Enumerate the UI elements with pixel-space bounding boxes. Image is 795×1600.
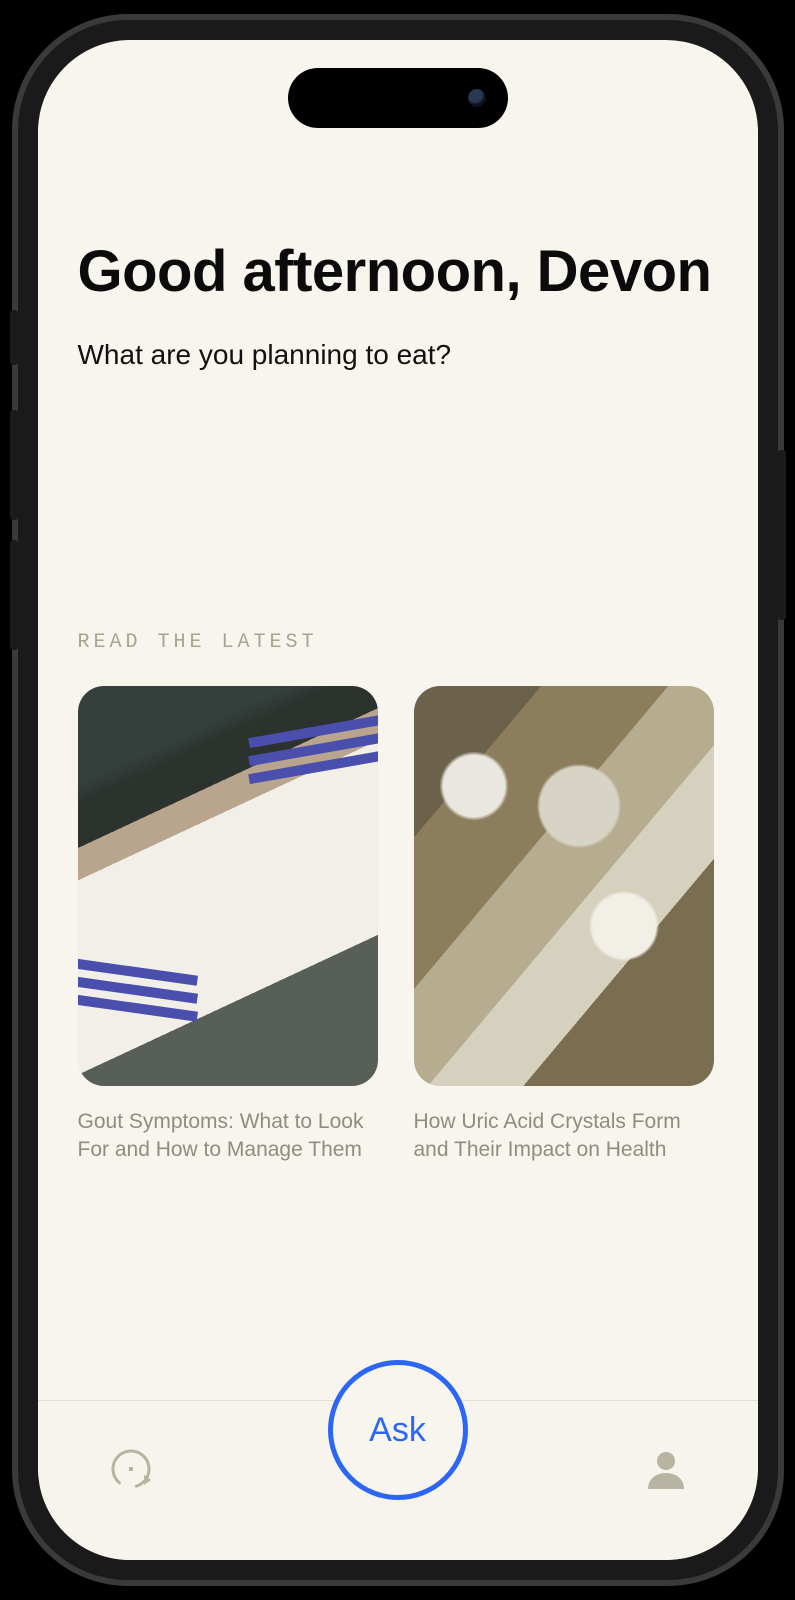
device-frame: Good afternoon, Devon What are you plann… bbox=[18, 20, 778, 1580]
article-thumbnail bbox=[78, 686, 378, 1086]
latest-carousel[interactable]: Gout Symptoms: What to Look For and How … bbox=[78, 686, 718, 1165]
ask-button[interactable]: Ask bbox=[328, 1360, 468, 1500]
app-content: Good afternoon, Devon What are you plann… bbox=[38, 40, 758, 1560]
section-label-latest: READ THE LATEST bbox=[78, 631, 718, 654]
mute-switch bbox=[10, 310, 18, 365]
volume-down-button bbox=[10, 540, 18, 650]
timer-tab[interactable] bbox=[108, 1446, 154, 1497]
screen: Good afternoon, Devon What are you plann… bbox=[38, 40, 758, 1560]
greeting-title: Good afternoon, Devon bbox=[78, 240, 718, 305]
article-title: Gout Symptoms: What to Look For and How … bbox=[78, 1108, 378, 1165]
profile-tab[interactable] bbox=[644, 1447, 688, 1496]
ask-button-label: Ask bbox=[369, 1411, 426, 1450]
volume-up-button bbox=[10, 410, 18, 520]
dynamic-island bbox=[288, 68, 508, 128]
timer-icon bbox=[108, 1446, 154, 1492]
article-thumbnail bbox=[414, 686, 714, 1086]
article-card[interactable]: Gout Symptoms: What to Look For and How … bbox=[78, 686, 378, 1165]
tab-bar: Ask bbox=[38, 1400, 758, 1560]
greeting-subtitle: What are you planning to eat? bbox=[78, 339, 718, 371]
article-card[interactable]: How Uric Acid Crystals Form and Their Im… bbox=[414, 686, 714, 1165]
article-title: How Uric Acid Crystals Form and Their Im… bbox=[414, 1108, 714, 1165]
front-camera-icon bbox=[468, 89, 486, 107]
profile-icon bbox=[644, 1447, 688, 1491]
power-button bbox=[778, 450, 786, 620]
